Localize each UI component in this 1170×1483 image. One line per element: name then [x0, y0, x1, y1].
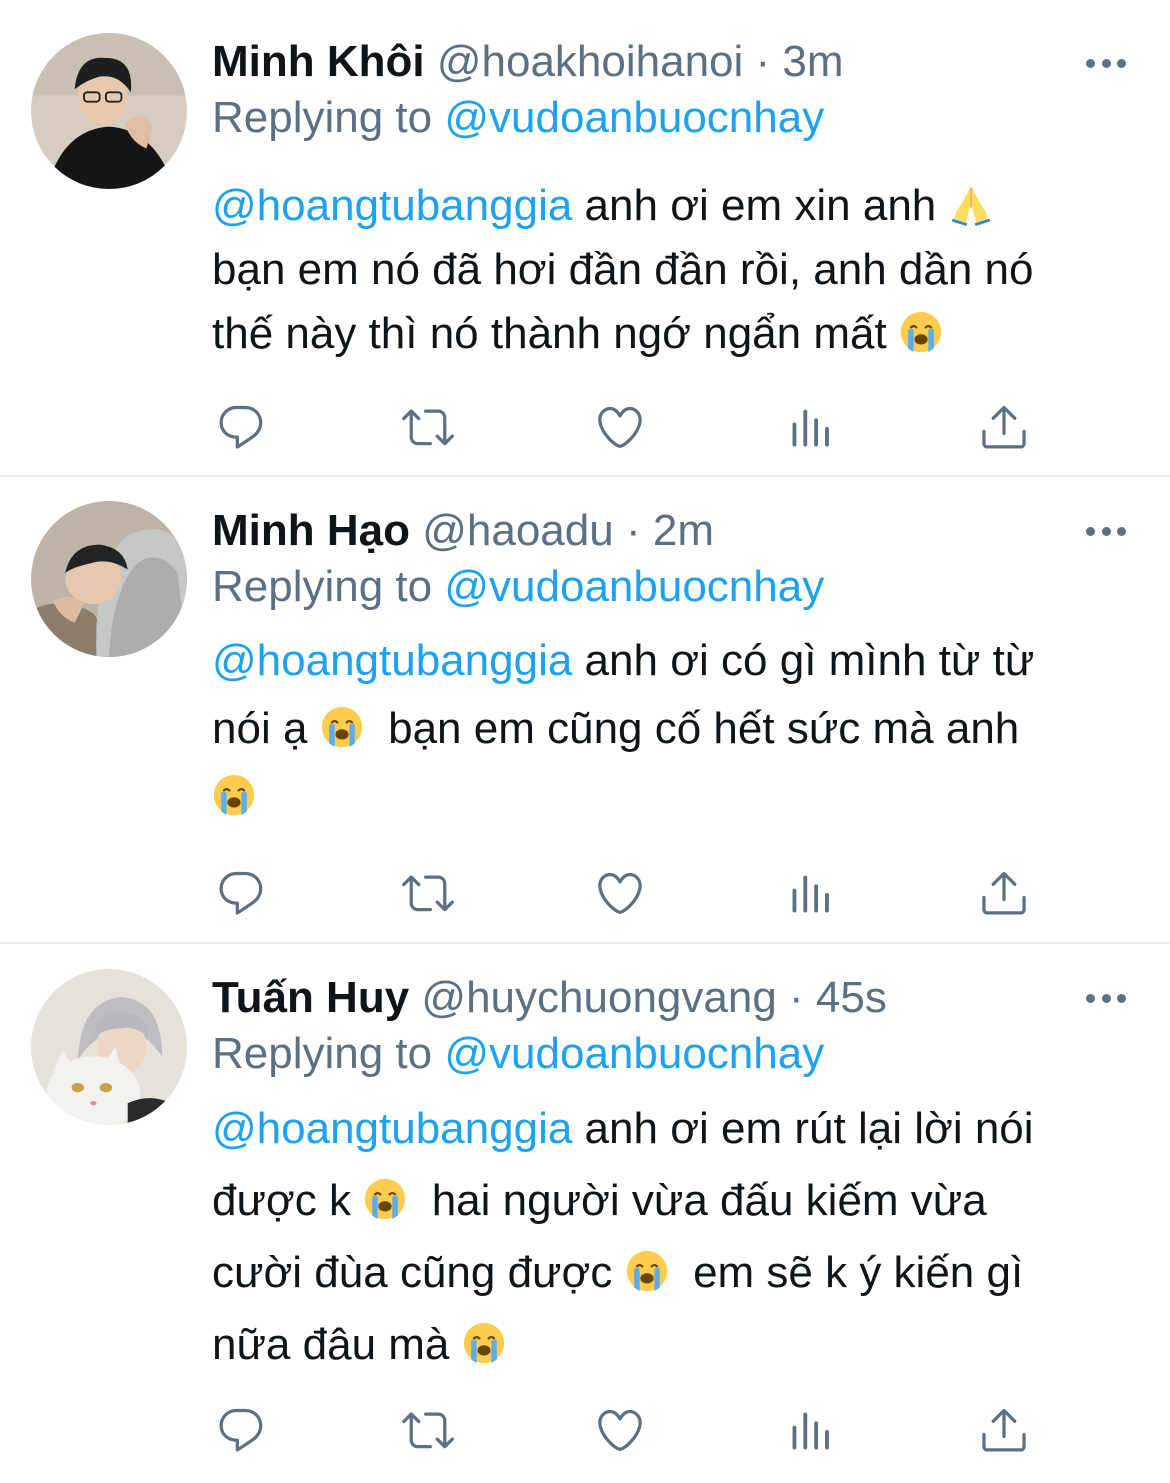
reply-icon[interactable]	[215, 1404, 267, 1456]
display-name[interactable]: Tuấn Huy	[212, 973, 409, 1022]
share-icon[interactable]	[978, 401, 1030, 453]
tweet-text: @hoangtubanggia anh ơi em xin anh bạn em…	[212, 174, 1130, 366]
action-bar	[212, 1404, 1042, 1456]
text-line: được k	[212, 1176, 352, 1225]
user-handle[interactable]: @haoadu	[422, 506, 614, 555]
text-line: bạn em nó đã hơi đần đần rồi, anh dần nó	[212, 245, 1034, 294]
more-options-icon[interactable]	[1086, 525, 1126, 537]
like-icon[interactable]	[594, 401, 646, 453]
like-icon[interactable]	[594, 867, 646, 919]
loudly-crying-face-emoji-icon	[320, 705, 364, 749]
share-icon[interactable]	[978, 867, 1030, 919]
separator: ·	[625, 506, 641, 555]
tweet[interactable]: Minh Hạo @haoadu · 2m Replying to @vudoa…	[0, 477, 1170, 944]
replying-label: Replying to	[212, 93, 433, 142]
analytics-icon[interactable]	[786, 867, 838, 919]
text-line: em sẽ k ý kiến gì	[693, 1248, 1024, 1297]
text-line: hai người vừa đấu kiếm vừa	[431, 1176, 987, 1225]
timestamp[interactable]: 2m	[653, 506, 714, 555]
text-line: anh ơi em rút lại lời nói	[572, 1104, 1034, 1153]
retweet-icon[interactable]	[402, 1404, 454, 1456]
loudly-crying-face-emoji-icon	[462, 1321, 506, 1365]
text-line: bạn em cũng cố hết sức mà anh	[388, 704, 1020, 753]
reply-icon[interactable]	[215, 867, 267, 919]
timestamp[interactable]: 3m	[782, 37, 843, 86]
action-bar	[212, 401, 1042, 453]
display-name[interactable]: Minh Hạo	[212, 506, 410, 555]
action-bar	[212, 867, 1042, 919]
display-name[interactable]: Minh Khôi	[212, 37, 425, 86]
replying-label: Replying to	[212, 562, 433, 611]
avatar[interactable]	[31, 501, 187, 657]
loudly-crying-face-emoji-icon	[363, 1177, 407, 1221]
replying-handle-link[interactable]: @vudoanbuocnhay	[444, 562, 824, 611]
replying-to: Replying to @vudoanbuocnhay	[212, 1026, 1130, 1082]
avatar[interactable]	[31, 969, 187, 1125]
more-options-icon[interactable]	[1086, 57, 1126, 69]
text-line: anh ơi em xin anh	[572, 181, 937, 230]
mention-link[interactable]: @hoangtubanggia	[212, 181, 572, 230]
retweet-icon[interactable]	[402, 867, 454, 919]
tweet-header: Minh Hạo @haoadu · 2m	[212, 503, 1070, 559]
analytics-icon[interactable]	[786, 1404, 838, 1456]
replying-handle-link[interactable]: @vudoanbuocnhay	[444, 1029, 824, 1078]
user-handle[interactable]: @hoakhoihanoi	[437, 37, 743, 86]
tweet[interactable]: Minh Khôi @hoakhoihanoi · 3m Replying to…	[0, 0, 1170, 477]
reply-icon[interactable]	[215, 401, 267, 453]
replying-to: Replying to @vudoanbuocnhay	[212, 90, 1130, 146]
text-line: nữa đâu mà	[212, 1320, 450, 1369]
loudly-crying-face-emoji-icon	[625, 1249, 669, 1293]
text-line: nói ạ	[212, 704, 308, 753]
timestamp[interactable]: 45s	[816, 973, 887, 1022]
tweet-header: Minh Khôi @hoakhoihanoi · 3m	[212, 34, 1070, 90]
replying-label: Replying to	[212, 1029, 433, 1078]
tweet-text: @hoangtubanggia anh ơi có gì mình từ từ …	[212, 627, 1130, 831]
text-line: cười đùa cũng được	[212, 1248, 613, 1297]
mention-link[interactable]: @hoangtubanggia	[212, 1104, 572, 1153]
text-line: anh ơi có gì mình từ từ	[572, 636, 1035, 685]
user-handle[interactable]: @huychuongvang	[421, 973, 776, 1022]
mention-link[interactable]: @hoangtubanggia	[212, 636, 572, 685]
folded-hands-emoji-icon	[949, 182, 993, 226]
tweet-header: Tuấn Huy @huychuongvang · 45s	[212, 970, 1070, 1026]
text-line: thế này thì nó thành ngớ ngẩn mất	[212, 309, 887, 358]
loudly-crying-face-emoji-icon	[899, 310, 943, 354]
tweet[interactable]: Tuấn Huy @huychuongvang · 45s Replying t…	[0, 944, 1170, 1483]
replying-handle-link[interactable]: @vudoanbuocnhay	[444, 93, 824, 142]
retweet-icon[interactable]	[402, 401, 454, 453]
analytics-icon[interactable]	[786, 401, 838, 453]
more-options-icon[interactable]	[1086, 992, 1126, 1004]
like-icon[interactable]	[594, 1404, 646, 1456]
separator: ·	[755, 37, 771, 86]
loudly-crying-face-emoji-icon	[212, 773, 256, 817]
tweet-text: @hoangtubanggia anh ơi em rút lại lời nó…	[212, 1093, 1130, 1381]
avatar[interactable]	[31, 33, 187, 189]
separator: ·	[789, 973, 804, 1022]
share-icon[interactable]	[978, 1404, 1030, 1456]
replying-to: Replying to @vudoanbuocnhay	[212, 559, 1130, 615]
